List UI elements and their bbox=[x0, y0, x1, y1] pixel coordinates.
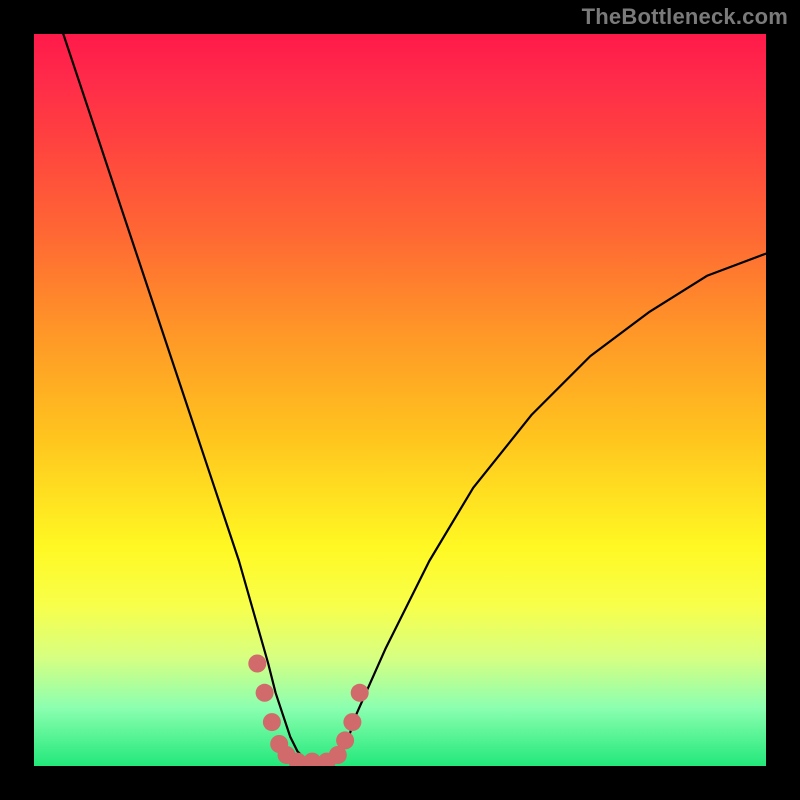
curve-layer bbox=[34, 34, 766, 766]
highlight-dot bbox=[248, 655, 266, 673]
highlight-dots bbox=[248, 655, 368, 767]
highlight-dot bbox=[351, 684, 369, 702]
highlight-dot bbox=[263, 713, 281, 731]
chart-frame: TheBottleneck.com bbox=[0, 0, 800, 800]
bottleneck-curve bbox=[63, 34, 766, 762]
highlight-dot bbox=[343, 713, 361, 731]
highlight-dot bbox=[256, 684, 274, 702]
highlight-dot bbox=[336, 731, 354, 749]
watermark-text: TheBottleneck.com bbox=[582, 4, 788, 30]
plot-area bbox=[34, 34, 766, 766]
